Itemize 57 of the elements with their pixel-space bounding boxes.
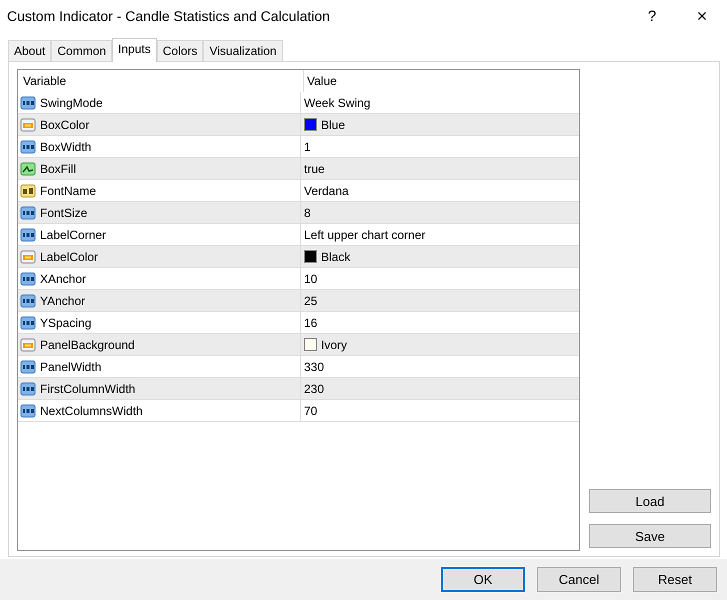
value-cell[interactable]: Week Swing <box>301 92 579 113</box>
help-button[interactable]: ? <box>627 8 677 24</box>
tab[interactable]: Inputs <box>112 38 157 62</box>
toggle-icon <box>20 160 36 176</box>
table-cell: FirstColumnWidth <box>40 382 136 396</box>
number-icon <box>20 204 36 220</box>
value-cell[interactable]: Left upper chart corner <box>301 224 579 245</box>
number-icon <box>20 138 36 154</box>
number-icon <box>20 226 36 242</box>
value-cell[interactable]: Verdana <box>301 180 579 201</box>
number-icon <box>20 402 36 418</box>
text-icon <box>20 182 36 198</box>
table-cell: BoxWidth <box>40 140 92 154</box>
tab[interactable]: About <box>8 40 52 61</box>
value-cell[interactable]: true <box>301 158 579 179</box>
value-cell[interactable]: Blue <box>301 114 579 135</box>
value-cell[interactable]: 1 <box>301 136 579 157</box>
dialog-button[interactable]: Reset <box>633 567 717 592</box>
value-cell[interactable]: 16 <box>301 312 579 333</box>
tab[interactable]: Common <box>51 40 112 61</box>
table-cell: LabelCorner <box>40 228 106 242</box>
table-cell: PanelWidth <box>40 360 102 374</box>
side-button[interactable]: Load <box>589 489 711 513</box>
table-cell: YAnchor <box>40 294 86 308</box>
number-icon <box>20 94 36 110</box>
value-cell[interactable]: Black <box>301 246 579 267</box>
value-cell[interactable]: 8 <box>301 202 579 223</box>
table-cell: YSpacing <box>40 316 92 330</box>
dialog-button[interactable]: OK <box>441 567 525 592</box>
number-icon <box>20 292 36 308</box>
value-cell[interactable]: 70 <box>301 400 579 421</box>
number-icon <box>20 270 36 286</box>
number-icon <box>20 380 36 396</box>
tab[interactable]: Visualization <box>203 40 283 61</box>
table-cell: PanelBackground <box>40 338 135 352</box>
side-button[interactable]: Save <box>589 524 711 548</box>
number-icon <box>20 358 36 374</box>
number-icon <box>20 314 36 330</box>
dialog-button[interactable]: Cancel <box>537 567 621 592</box>
value-cell[interactable]: Ivory <box>301 334 579 355</box>
window-title: Custom Indicator - Candle Statistics and Calculation <box>7 8 331 24</box>
value-cell[interactable]: 10 <box>301 268 579 289</box>
table-cell: BoxFill <box>40 162 76 176</box>
table-cell: NextColumnsWidth <box>40 404 143 418</box>
value-cell[interactable]: 230 <box>301 378 579 399</box>
column-header: Variable <box>23 74 66 88</box>
table-cell: FontName <box>40 184 96 198</box>
value-cell[interactable]: 330 <box>301 356 579 377</box>
table-cell: LabelColor <box>40 250 98 264</box>
table-cell: SwingMode <box>40 96 103 110</box>
table-cell: BoxColor <box>40 118 90 132</box>
close-button[interactable]: × <box>677 6 727 26</box>
column-header: Value <box>307 74 337 88</box>
value-cell[interactable]: 25 <box>301 290 579 311</box>
tab[interactable]: Colors <box>156 40 204 61</box>
table-cell: XAnchor <box>40 272 86 286</box>
table-cell: FontSize <box>40 206 88 220</box>
